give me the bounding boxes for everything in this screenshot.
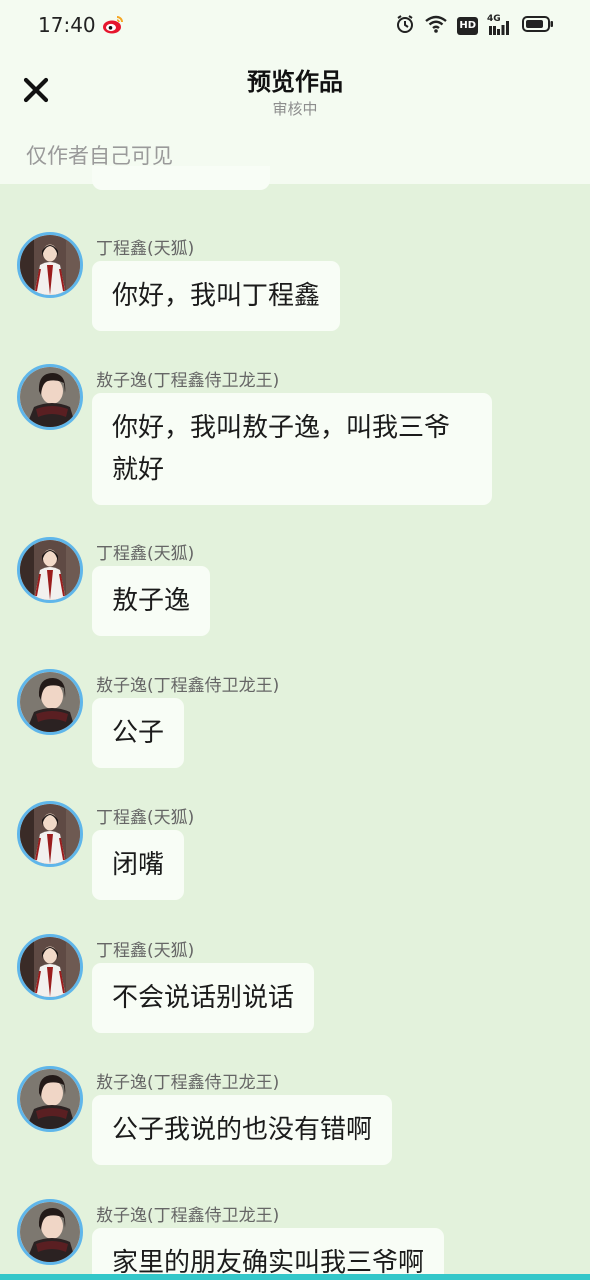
message-bubble[interactable]: 家里的朋友确实叫我三爷啊 xyxy=(92,1228,445,1280)
sender-name: 敖子逸(丁程鑫侍卫龙王) xyxy=(96,371,280,391)
sender-name: 敖子逸(丁程鑫侍卫龙王) xyxy=(96,676,280,696)
sender-name: 敖子逸(丁程鑫侍卫龙王) xyxy=(96,1206,280,1226)
page-title: 预览作品 xyxy=(247,68,343,96)
avatar[interactable] xyxy=(17,364,83,430)
sender-name: 丁程鑫(天狐) xyxy=(96,544,195,564)
status-bar: 17:40 HD 4G xyxy=(0,0,590,52)
avatar[interactable] xyxy=(17,801,83,867)
message-bubble[interactable]: 你好，我叫敖子逸，叫我三爷就好 xyxy=(92,393,492,505)
message-bubble[interactable]: 敖子逸 xyxy=(92,566,211,636)
alarm-icon xyxy=(395,14,415,38)
sender-name: 丁程鑫(天狐) xyxy=(96,941,195,961)
battery-icon xyxy=(522,15,554,37)
avatar[interactable] xyxy=(17,934,83,1000)
preview-header: 预览作品 审核中 仅作者自己可见 xyxy=(0,52,590,184)
status-time: 17:40 xyxy=(38,13,96,37)
avatar[interactable] xyxy=(17,1066,83,1132)
message-bubble[interactable]: 不会说话别说话 xyxy=(92,963,315,1033)
hd-icon: HD xyxy=(457,17,478,35)
sender-name: 敖子逸(丁程鑫侍卫龙王) xyxy=(96,1073,280,1093)
signal-4g-icon: 4G xyxy=(487,14,513,36)
avatar[interactable] xyxy=(17,669,83,735)
sender-name: 丁程鑫(天狐) xyxy=(96,808,195,828)
avatar[interactable] xyxy=(17,1199,83,1265)
avatar[interactable] xyxy=(17,232,83,298)
message-bubble[interactable]: 闭嘴 xyxy=(92,830,185,900)
avatar[interactable] xyxy=(17,537,83,603)
weibo-icon xyxy=(102,15,124,39)
message-bubble[interactable]: 公子 xyxy=(92,698,185,768)
wifi-icon xyxy=(424,14,448,38)
chat-list[interactable]: 丁程鑫(天狐) 你好，我叫丁程鑫 敖子逸(丁程鑫侍卫龙王) 你好，我叫敖子逸，叫我三爷… xyxy=(0,184,590,1280)
review-status: 审核中 xyxy=(272,100,318,118)
message-bubble[interactable]: 你好，我叫丁程鑫 xyxy=(92,261,341,331)
bottom-indicator xyxy=(0,1274,590,1280)
sender-name: 丁程鑫(天狐) xyxy=(96,239,195,259)
message-bubble[interactable]: 公子我说的也没有错啊 xyxy=(92,1095,393,1165)
status-icons: HD 4G xyxy=(395,14,554,38)
